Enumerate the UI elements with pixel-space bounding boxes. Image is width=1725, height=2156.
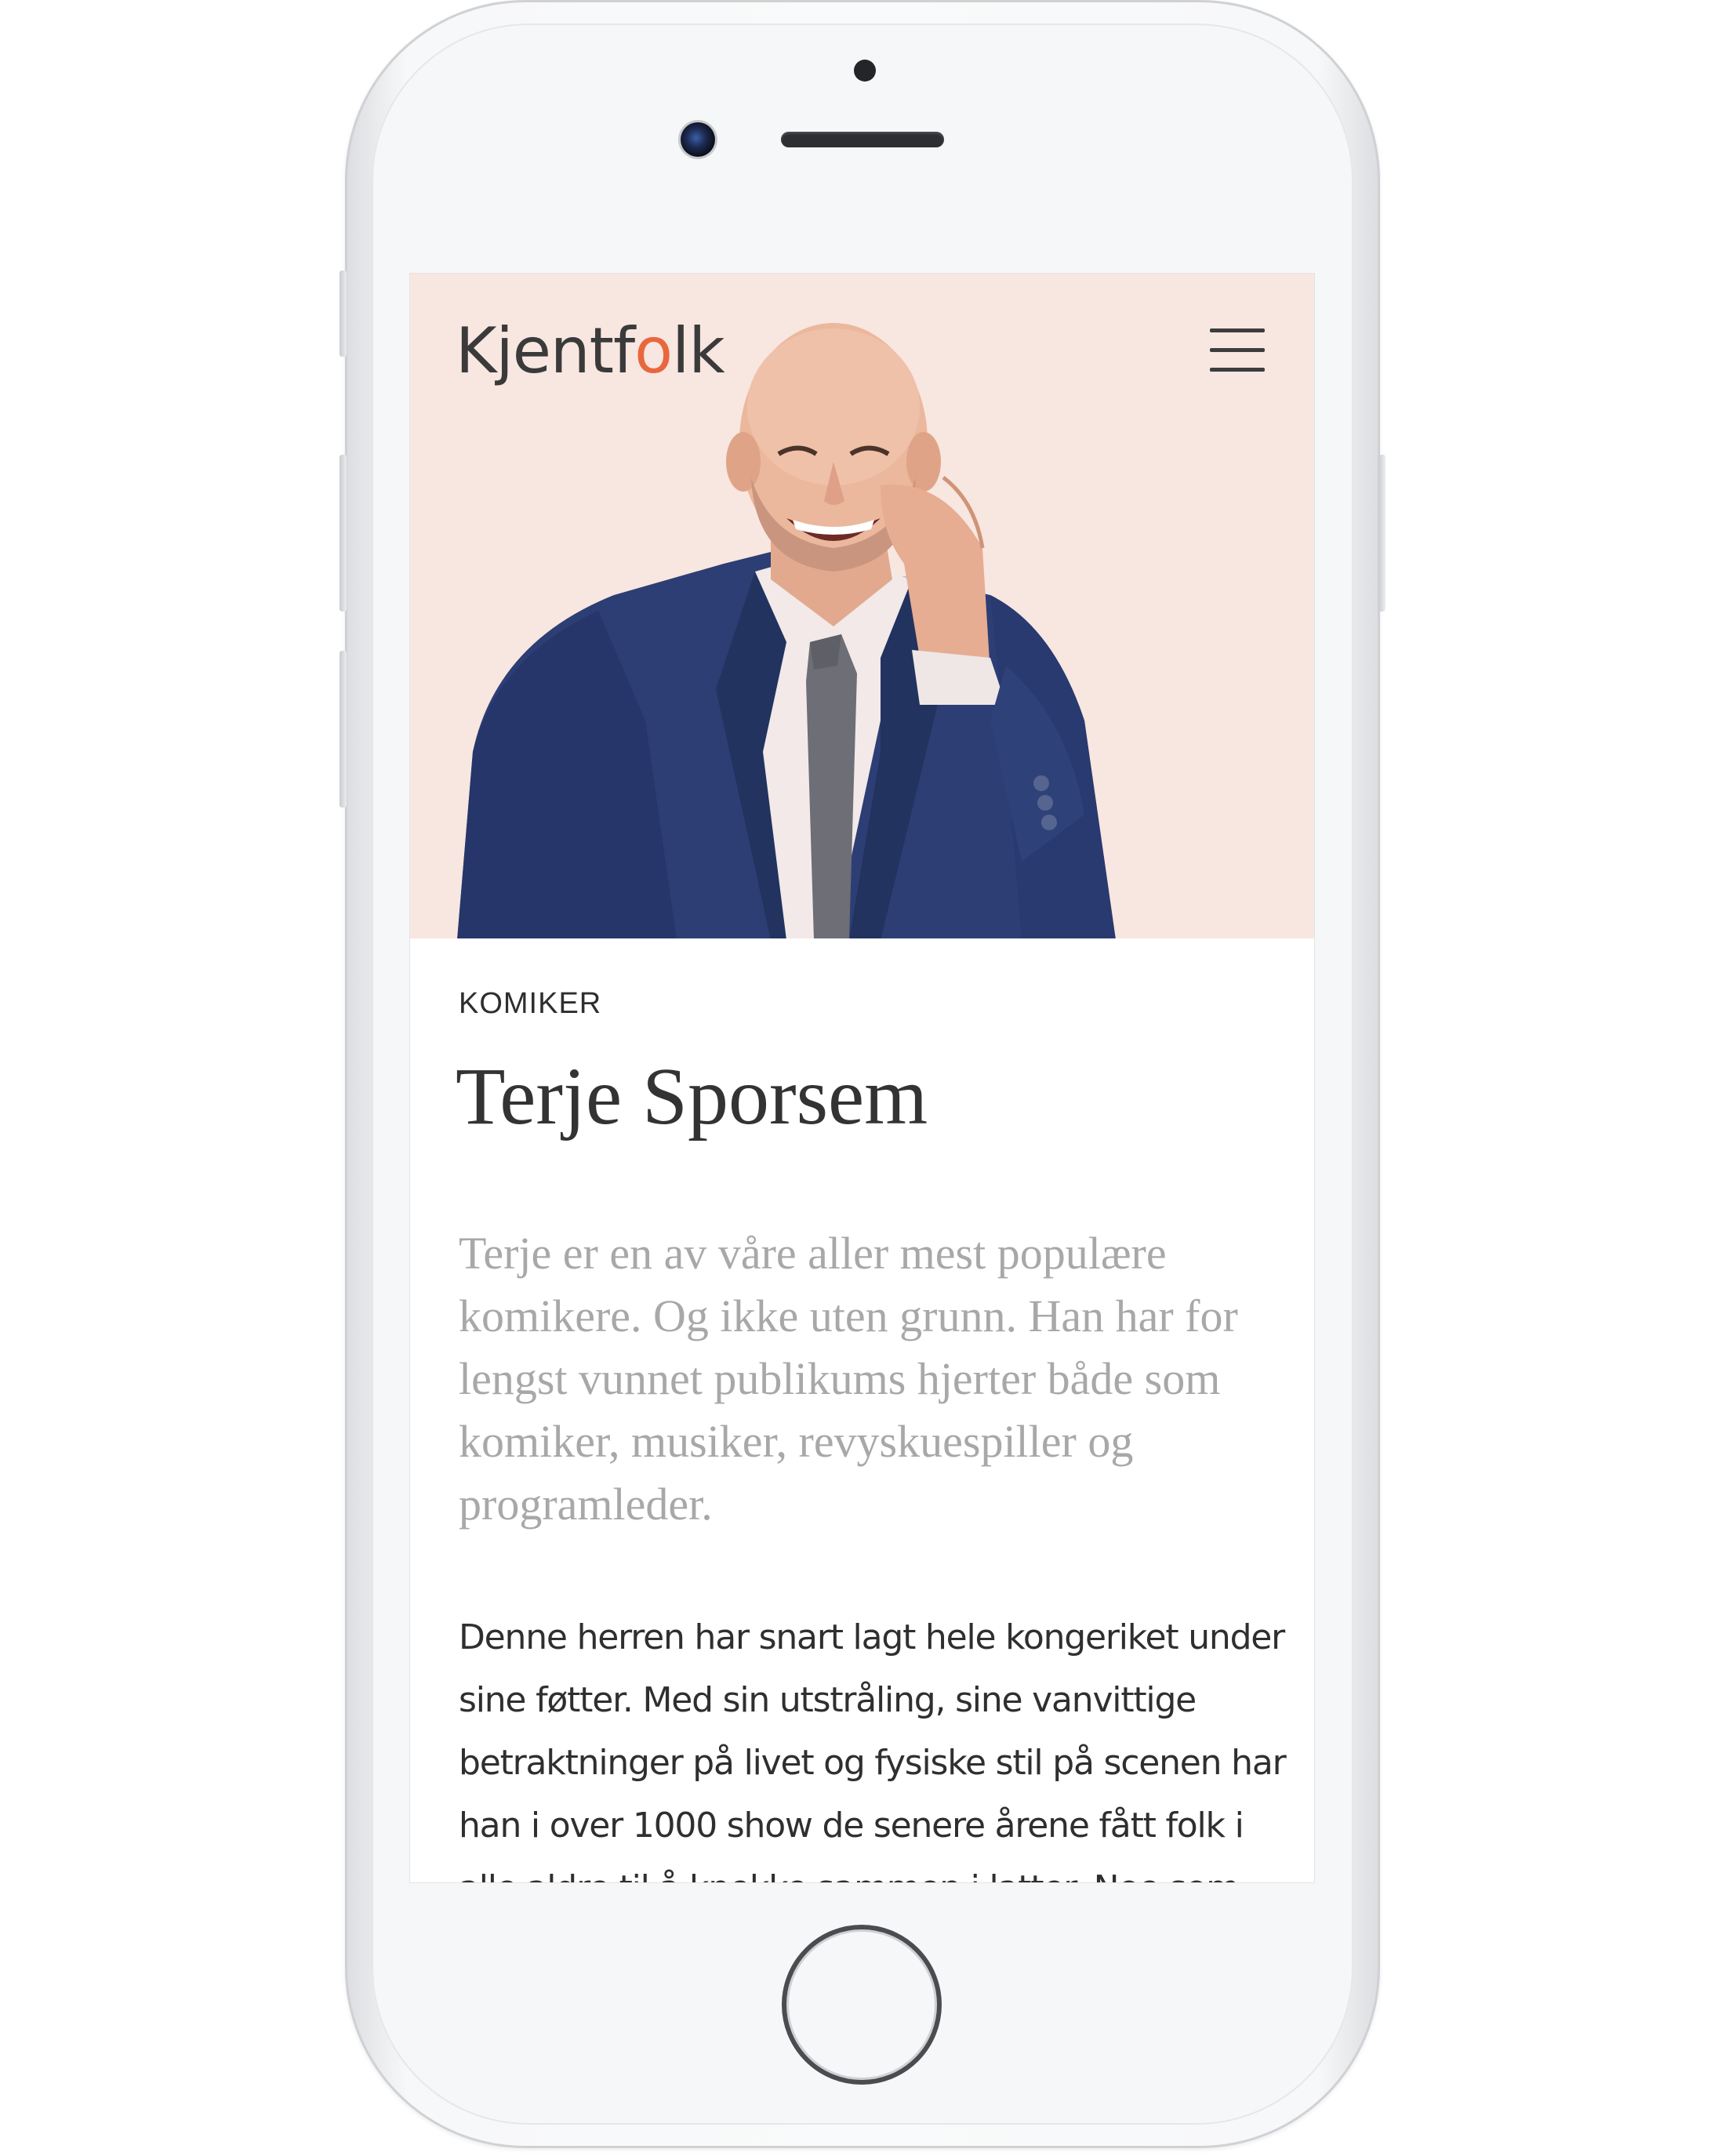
profile-name: Terje Sporsem: [456, 1051, 928, 1142]
home-button[interactable]: [782, 1925, 942, 2085]
profile-category: KOMIKER: [459, 987, 602, 1020]
mute-switch: [340, 270, 347, 357]
earpiece-speaker: [781, 132, 944, 147]
volume-up-button: [340, 455, 347, 612]
kjentfolk-logo[interactable]: Kjentfolk: [456, 314, 725, 387]
logo-accent-letter: o: [634, 314, 673, 387]
profile-body-line: alle aldre til å knekke sammen i latter.…: [459, 1857, 1282, 1882]
proximity-sensor: [854, 60, 876, 82]
menu-line-middle: [1210, 348, 1265, 352]
logo-text-end: lk: [672, 314, 725, 387]
logo-text-start: Kjentf: [456, 314, 635, 387]
profile-body: Denne herren har snart lagt hele kongeri…: [459, 1606, 1287, 1882]
profile-photo: [457, 323, 1116, 938]
profile-body-line: sine føtter. Med sin utstråling, sine va…: [459, 1680, 1197, 1720]
hamburger-menu-icon[interactable]: [1210, 328, 1266, 374]
profile-body-line: betraktninger på livet og fysiske stil p…: [459, 1743, 1287, 1783]
menu-line-bottom: [1210, 368, 1265, 372]
hero-banner: Kjentfolk: [410, 274, 1314, 938]
menu-line-top: [1210, 328, 1265, 332]
profile-body-line: han i over 1000 show de senere årene fåt…: [459, 1806, 1244, 1846]
front-camera: [681, 122, 715, 157]
profile-lead: Terje er en av våre aller mest populære …: [459, 1222, 1274, 1536]
profile-body-line: Denne herren har snart lagt hele kongeri…: [459, 1617, 1285, 1657]
volume-down-button: [340, 651, 347, 808]
power-button: [1378, 455, 1385, 612]
profile-lead-text: Terje er en av våre aller mest populære …: [459, 1228, 1238, 1530]
screen: Kjentfolk KOMIKER Terje Sporsem Terje er…: [409, 273, 1315, 1883]
